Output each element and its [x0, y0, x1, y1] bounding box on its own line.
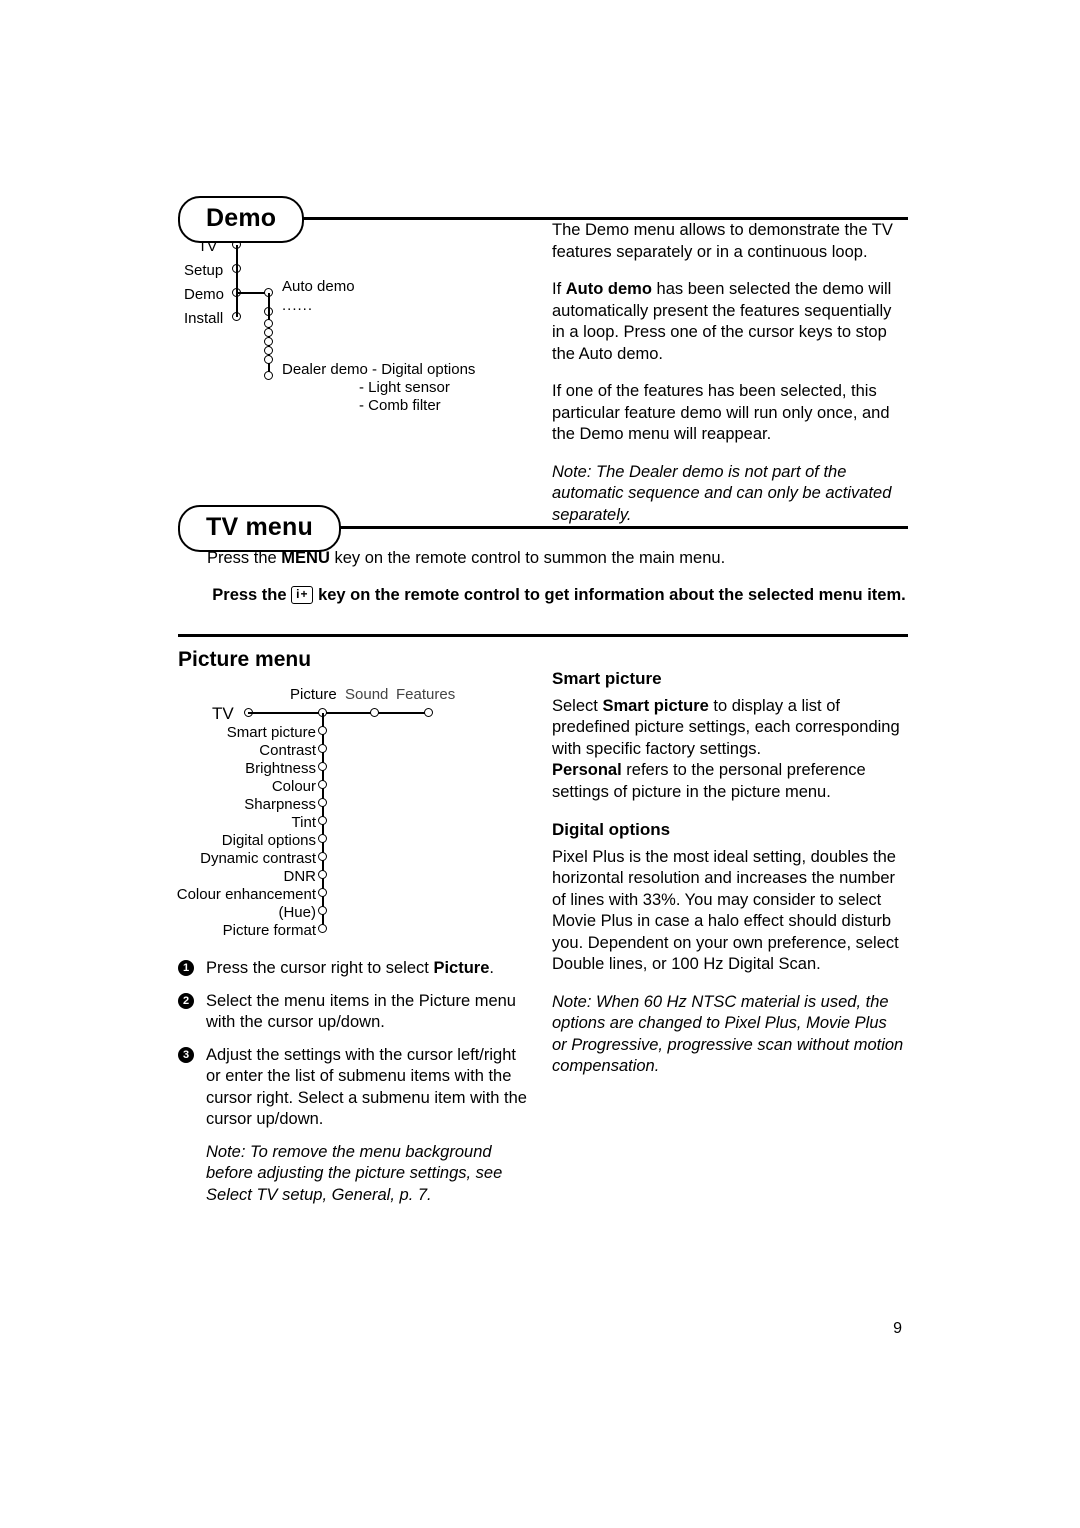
tv-menu-title: TV menu: [178, 505, 341, 552]
picture-top-spine: [248, 712, 428, 714]
picture-item-label-contrast: Contrast: [259, 742, 316, 759]
picture-item-label-hue: (Hue): [278, 904, 316, 921]
picture-node-contrast: [318, 744, 327, 753]
digital-options-note: Note: When 60 Hz NTSC material is used, …: [552, 992, 904, 1076]
demo-diagram-label-demo: Demo: [184, 286, 225, 303]
step-1-bold: Picture: [433, 959, 490, 977]
smart-p1-bold: Smart picture: [602, 696, 709, 715]
picture-item-label-colour-enhancement: Colour enhancement: [176, 886, 316, 903]
picture-item-label-dynamic-contrast: Dynamic contrast: [200, 850, 316, 867]
tv-menu-line2-a: Press the: [212, 586, 292, 604]
tv-menu-line-2: Press the i+ key on the remote control t…: [203, 585, 915, 607]
demo-node-s4: [264, 346, 273, 355]
smart-p2-bold: Personal: [552, 761, 622, 779]
picture-node-hue: [318, 906, 327, 915]
picture-node-sharpness: [318, 798, 327, 807]
demo-node-s1: [264, 319, 273, 328]
picture-node-picture-format: [318, 924, 327, 933]
picture-diagram-tab-picture: Picture: [290, 686, 337, 703]
step-item-3: 3 Adjust the settings with the cursor le…: [178, 1045, 533, 1131]
demo-paragraph-1: The Demo menu allows to demonstrate the …: [552, 221, 893, 261]
demo-p2-bold: Auto demo: [565, 280, 652, 298]
picture-menu-diagram: Picture Sound Features TV Smart picture …: [177, 682, 538, 942]
picture-item-label-dnr: DNR: [283, 868, 317, 885]
demo-diagram-label-setup: Setup: [184, 262, 224, 279]
step-bullet-1: 1: [178, 960, 194, 976]
demo-title: Demo: [178, 196, 305, 243]
step-item-1: 1 Press the cursor right to select Pictu…: [178, 958, 533, 980]
picture-menu-title: Picture menu: [178, 648, 312, 671]
picture-node-tint: [318, 816, 327, 825]
demo-node-s3: [264, 337, 273, 346]
smart-picture-heading: Smart picture: [552, 669, 662, 688]
picture-item-label-picture-format: Picture format: [222, 922, 316, 939]
step-bullet-2: 2: [178, 992, 194, 1009]
demo-description: The Demo menu allows to demonstrate the …: [552, 220, 904, 526]
tv-menu-line1-c: key on the remote control to summon the …: [329, 549, 726, 567]
document-page: Demo TV Setup Demo Install Auto demo ...…: [0, 0, 1080, 1528]
demo-left-spine: [236, 245, 238, 317]
page-number: 9: [893, 1320, 902, 1337]
picture-menu-step-note: Note: To remove the menu background befo…: [206, 1142, 503, 1204]
picture-item-label-colour: Colour: [271, 778, 316, 795]
picture-item-label-sharpness: Sharpness: [244, 796, 316, 813]
smart-p1-a: Select: [552, 696, 603, 715]
demo-node-s5: [264, 355, 273, 364]
picture-menu-rule: [178, 634, 908, 637]
picture-diagram-tab-features: Features: [396, 686, 456, 703]
demo-diagram-label-install: Install: [184, 310, 224, 327]
step-2-text: Select the menu items in the Picture men…: [206, 991, 516, 1032]
picture-item-label-brightness: Brightness: [245, 760, 316, 777]
step-1-text-a: Press the cursor right to select: [206, 959, 434, 977]
picture-item-label-tint: Tint: [291, 814, 316, 831]
digital-options-heading: Digital options: [552, 820, 671, 839]
tv-menu-line2-b: key on the remote control to get informa…: [313, 586, 906, 604]
digital-options-paragraph: Pixel Plus is the most ideal setting, do…: [552, 847, 899, 974]
demo-diagram-label-dealer: Dealer demo - Digital options: [282, 361, 476, 378]
demo-paragraph-2: If Auto demo has been selected the demo …: [552, 279, 904, 365]
demo-branch-connector: [236, 292, 266, 294]
picture-menu-right-column: Smart picture Select Smart picture to di…: [552, 668, 904, 1078]
picture-diagram-tab-sound: Sound: [345, 686, 389, 703]
demo-p2-a: If: [552, 280, 566, 298]
picture-node-colour: [318, 780, 327, 789]
picture-node-digital-options: [318, 834, 327, 843]
picture-node-smart-picture: [318, 726, 327, 735]
picture-item-label-smart-picture: Smart picture: [226, 724, 316, 741]
demo-diagram-label-light-sensor: - Light sensor: [359, 379, 450, 396]
picture-node-sound-tab: [370, 708, 379, 717]
info-key-icon: i+: [291, 585, 314, 604]
picture-node-brightness: [318, 762, 327, 771]
demo-menu-diagram: TV Setup Demo Install Auto demo ...... D…: [178, 235, 538, 425]
smart-picture-paragraph-1: Select Smart picture to display a list o…: [552, 696, 904, 761]
picture-node-dnr: [318, 870, 327, 879]
step-3-text: Adjust the settings with the cursor left…: [206, 1045, 527, 1129]
demo-diagram-label-comb-filter: - Comb filter: [359, 397, 441, 414]
step-1-text-c: .: [489, 959, 494, 977]
picture-item-label-digital-options: Digital options: [221, 832, 316, 849]
picture-node-colour-enhancement: [318, 888, 327, 897]
picture-node-dynamic-contrast: [318, 852, 327, 861]
demo-diagram-label-ellipsis: ......: [282, 297, 314, 314]
demo-node-dealer: [264, 371, 273, 380]
smart-picture-paragraph-2: Personal refers to the personal preferen…: [552, 760, 904, 803]
demo-paragraph-3: If one of the features has been selected…: [552, 382, 890, 443]
step-item-2: 2 Select the menu items in the Picture m…: [178, 991, 533, 1034]
picture-node-features-tab: [424, 708, 433, 717]
step-bullet-3: 3: [178, 1046, 194, 1063]
demo-node-s2: [264, 328, 273, 337]
tv-menu-section-header: TV menu: [178, 505, 908, 552]
demo-diagram-label-auto-demo: Auto demo: [282, 278, 355, 295]
picture-diagram-root-label: TV: [212, 704, 234, 723]
picture-menu-steps: 1 Press the cursor right to select Pictu…: [178, 958, 533, 1206]
